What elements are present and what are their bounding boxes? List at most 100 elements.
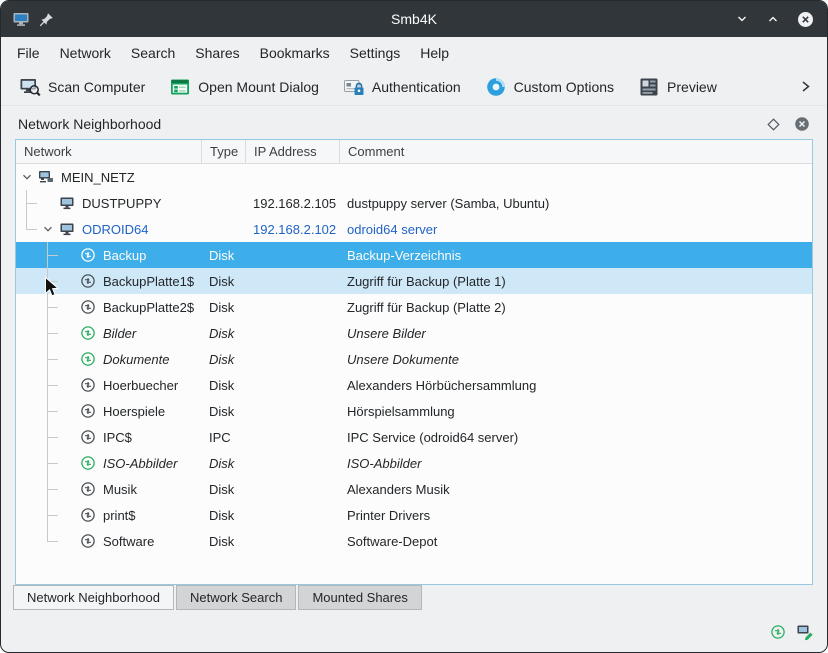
tree-row-iso-abbilder[interactable]: ISO-AbbilderDiskISO-Abbilder bbox=[16, 450, 812, 476]
share-icon bbox=[79, 298, 97, 316]
toolbar-button-label: Preview bbox=[667, 79, 717, 95]
tree-guide bbox=[16, 502, 37, 528]
comment-cell: Alexanders Hörbüchersammlung bbox=[340, 372, 812, 398]
menu-network[interactable]: Network bbox=[50, 41, 121, 65]
column-header-network[interactable]: Network bbox=[16, 140, 202, 163]
node-label: Hoerspiele bbox=[103, 404, 165, 419]
ip-cell bbox=[246, 398, 340, 424]
column-header-ip-address[interactable]: IP Address bbox=[246, 140, 340, 163]
network-tree-view: NetworkTypeIP AddressComment MEIN_NETZDU… bbox=[15, 139, 813, 585]
tree-guide bbox=[16, 346, 37, 372]
expander-spacer bbox=[58, 242, 79, 268]
smb4k-window: Smb4K FileNetworkSearchSharesBookmarksSe… bbox=[0, 0, 828, 653]
menu-bookmarks[interactable]: Bookmarks bbox=[250, 41, 340, 65]
toolbar-authentication-button[interactable]: Authentication bbox=[337, 73, 467, 101]
tree-row-dustpuppy[interactable]: DUSTPUPPY192.168.2.105dustpuppy server (… bbox=[16, 190, 812, 216]
tree-row-backupplatte1[interactable]: BackupPlatte1$DiskZugriff für Backup (Pl… bbox=[16, 268, 812, 294]
ip-cell bbox=[246, 372, 340, 398]
ip-cell bbox=[246, 346, 340, 372]
tree-guide bbox=[37, 476, 58, 502]
tree-guide bbox=[16, 242, 37, 268]
network-cell: MEIN_NETZ bbox=[16, 164, 202, 190]
expander-spacer bbox=[58, 346, 79, 372]
minimize-button[interactable] bbox=[735, 12, 749, 26]
toolbar-preview-button[interactable]: Preview bbox=[632, 73, 723, 101]
comment-cell bbox=[340, 164, 812, 190]
node-label: Bilder bbox=[103, 326, 136, 341]
expander-spacer bbox=[37, 190, 58, 216]
type-cell: Disk bbox=[202, 294, 246, 320]
tree-guide bbox=[16, 528, 37, 554]
tree-guide bbox=[37, 320, 58, 346]
maximize-button[interactable] bbox=[766, 12, 780, 26]
tree-row-software[interactable]: SoftwareDiskSoftware-Depot bbox=[16, 528, 812, 554]
toolbar-button-label: Open Mount Dialog bbox=[198, 79, 319, 95]
share-icon bbox=[79, 272, 97, 290]
menu-file[interactable]: File bbox=[7, 41, 50, 65]
host-icon bbox=[58, 194, 76, 212]
tree-row-hoerspiele[interactable]: HoerspieleDiskHörspielsammlung bbox=[16, 398, 812, 424]
tree-row-print[interactable]: print$DiskPrinter Drivers bbox=[16, 502, 812, 528]
tab-mounted-shares[interactable]: Mounted Shares bbox=[298, 585, 421, 610]
toolbar-button-label: Custom Options bbox=[514, 79, 614, 95]
menu-search[interactable]: Search bbox=[121, 41, 185, 65]
share-mounted-icon bbox=[79, 454, 97, 472]
tree-row-odroid64[interactable]: ODROID64192.168.2.102odroid64 server bbox=[16, 216, 812, 242]
tree-row-hoerbuecher[interactable]: HoerbuecherDiskAlexanders Hörbüchersamml… bbox=[16, 372, 812, 398]
table-body: MEIN_NETZDUSTPUPPY192.168.2.105dustpuppy… bbox=[16, 164, 812, 584]
comment-cell: Backup-Verzeichnis bbox=[340, 242, 812, 268]
menu-shares[interactable]: Shares bbox=[185, 41, 249, 65]
expander-spacer bbox=[58, 372, 79, 398]
comment-cell: Software-Depot bbox=[340, 528, 812, 554]
toolbar-button-label: Authentication bbox=[372, 79, 461, 95]
tree-guide bbox=[37, 294, 58, 320]
pin-icon[interactable] bbox=[39, 12, 54, 27]
tree-row-backup[interactable]: BackupDiskBackup-Verzeichnis bbox=[16, 242, 812, 268]
mount-dialog-icon bbox=[169, 76, 191, 98]
network-cell: Hoerspiele bbox=[16, 398, 202, 424]
tree-row-dokumente[interactable]: DokumenteDiskUnsere Dokumente bbox=[16, 346, 812, 372]
tree-row-bilder[interactable]: BilderDiskUnsere Bilder bbox=[16, 320, 812, 346]
tree-row-mein-netz[interactable]: MEIN_NETZ bbox=[16, 164, 812, 190]
tree-guide bbox=[16, 450, 37, 476]
dock-close-button[interactable] bbox=[793, 116, 810, 133]
comment-cell: Printer Drivers bbox=[340, 502, 812, 528]
scan-computer-icon bbox=[19, 76, 41, 98]
node-label: BackupPlatte1$ bbox=[103, 274, 194, 289]
toolbar-scan-computer-button[interactable]: Scan Computer bbox=[13, 73, 151, 101]
toolbar-open-mount-dialog-button[interactable]: Open Mount Dialog bbox=[163, 73, 325, 101]
column-header-type[interactable]: Type bbox=[202, 140, 246, 163]
expander-spacer bbox=[58, 398, 79, 424]
comment-cell: Zugriff für Backup (Platte 2) bbox=[340, 294, 812, 320]
comment-cell: dustpuppy server (Samba, Ubuntu) bbox=[340, 190, 812, 216]
expander-spacer bbox=[58, 450, 79, 476]
menu-help[interactable]: Help bbox=[410, 41, 459, 65]
network-cell: Bilder bbox=[16, 320, 202, 346]
titlebar[interactable]: Smb4K bbox=[1, 1, 827, 37]
share-icon bbox=[79, 376, 97, 394]
tree-guide bbox=[16, 398, 37, 424]
tree-row-backupplatte2[interactable]: BackupPlatte2$Disk Zugriff für Backup (Pl… bbox=[16, 294, 812, 320]
bottom-tabbar: Network NeighborhoodNetwork SearchMounte… bbox=[1, 585, 827, 612]
column-header-comment[interactable]: Comment bbox=[340, 140, 812, 163]
share-mounted-icon bbox=[79, 350, 97, 368]
toolbar-overflow-button[interactable] bbox=[796, 77, 815, 96]
share-icon bbox=[79, 402, 97, 420]
expander-icon[interactable] bbox=[16, 164, 37, 190]
expander-icon[interactable] bbox=[37, 216, 58, 242]
dock-title: Network Neighborhood bbox=[18, 116, 161, 132]
type-cell: Disk bbox=[202, 268, 246, 294]
tab-network-search[interactable]: Network Search bbox=[176, 585, 296, 610]
tree-row-ipc[interactable]: IPC$IPCIPC Service (odroid64 server) bbox=[16, 424, 812, 450]
tree-row-musik[interactable]: MusikDiskAlexanders Musik bbox=[16, 476, 812, 502]
tab-network-neighborhood[interactable]: Network Neighborhood bbox=[13, 585, 174, 610]
toolbar-custom-options-button[interactable]: Custom Options bbox=[479, 73, 620, 101]
tree-guide bbox=[37, 268, 58, 294]
ip-cell bbox=[246, 268, 340, 294]
dock-header: Network Neighborhood bbox=[15, 109, 813, 139]
network-cell: BackupPlatte2$ bbox=[16, 294, 202, 320]
close-window-button[interactable] bbox=[797, 11, 814, 28]
ip-cell: 192.168.2.105 bbox=[246, 190, 340, 216]
menu-settings[interactable]: Settings bbox=[340, 41, 411, 65]
dock-float-button[interactable] bbox=[765, 116, 782, 133]
